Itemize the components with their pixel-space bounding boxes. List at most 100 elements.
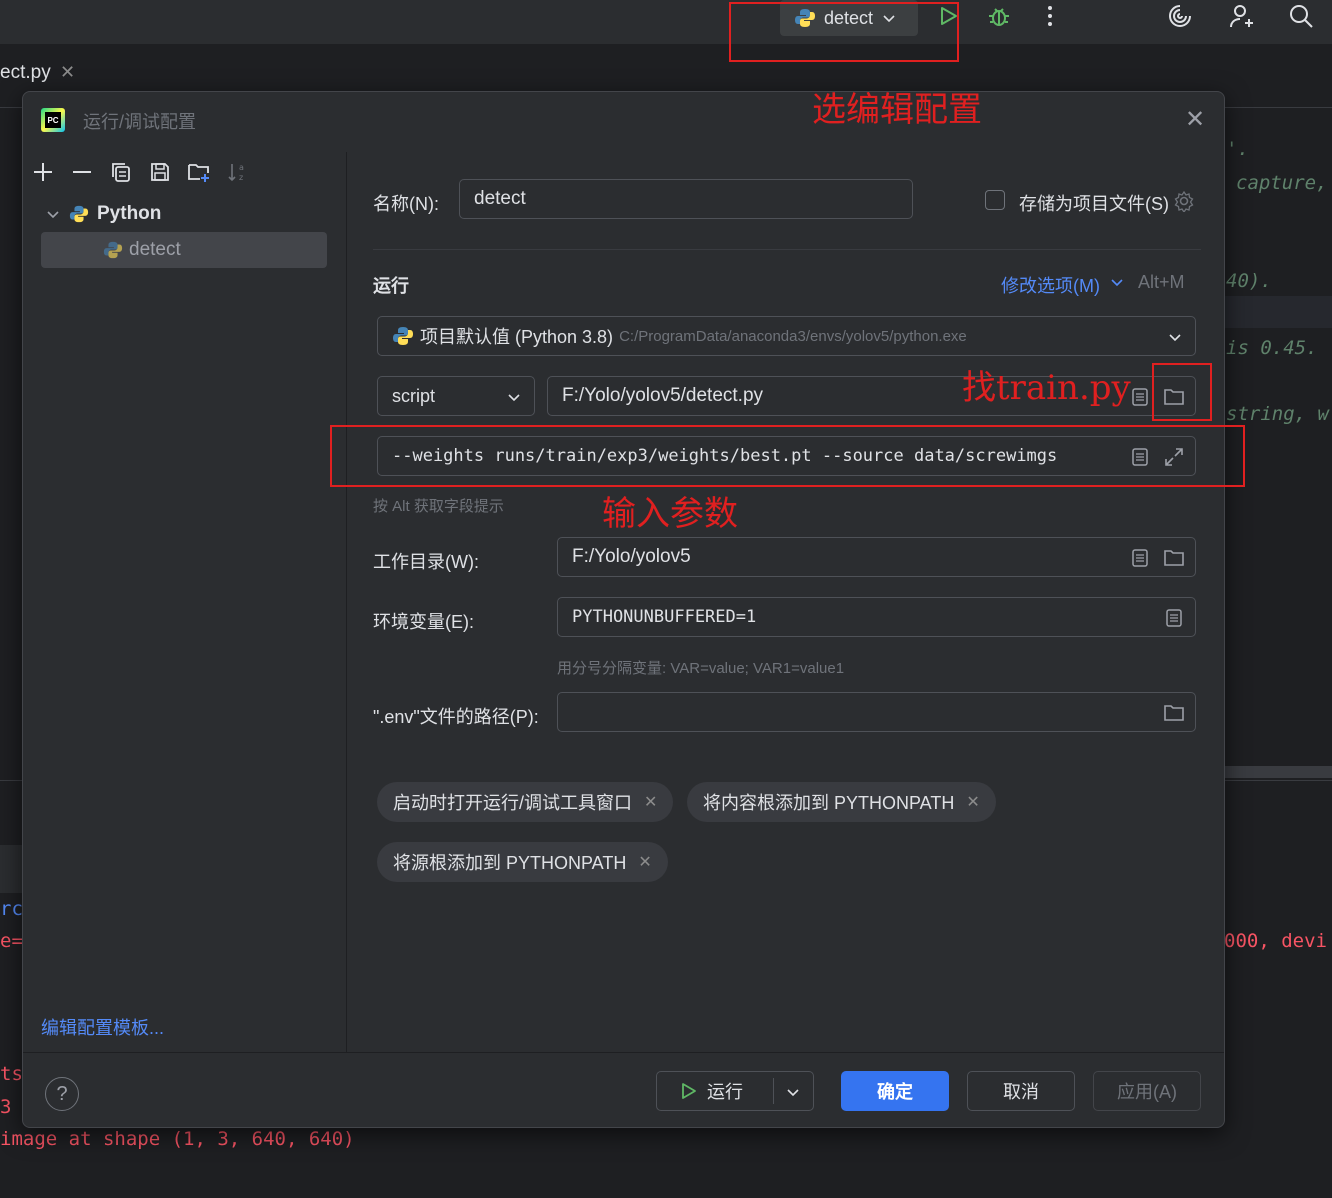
debug-icon[interactable] — [983, 0, 1015, 32]
svg-text:z: z — [239, 173, 243, 182]
name-value: detect — [474, 188, 526, 209]
chevron-down-icon — [1111, 279, 1123, 287]
workdir-field[interactable]: F:/Yolo/yolov5 — [557, 537, 1196, 577]
chevron-down-icon — [47, 211, 59, 219]
env-vars-field[interactable]: PYTHONUNBUFFERED=1 — [557, 597, 1196, 637]
annotation-box-config — [729, 2, 959, 62]
folder-icon[interactable] — [1162, 546, 1186, 570]
svg-text:a: a — [239, 163, 244, 172]
dotenv-label: ".env"文件的路径(P): — [373, 707, 539, 727]
close-icon[interactable]: ✕ — [638, 852, 651, 872]
remove-icon[interactable] — [70, 160, 94, 184]
folder-icon[interactable] — [1162, 701, 1186, 725]
interpreter-select[interactable]: 项目默认值 (Python 3.8) C:/ProgramData/anacon… — [377, 316, 1196, 356]
store-as-project-file-label: 存储为项目文件(S) — [1019, 194, 1169, 214]
editor-tab-label[interactable]: ect.py — [0, 62, 51, 84]
script-type-select[interactable]: script — [377, 376, 535, 416]
run-icon — [682, 1083, 696, 1099]
more-icon[interactable] — [1034, 0, 1066, 32]
run-section-label: 运行 — [373, 276, 409, 296]
button-divider — [773, 1078, 774, 1104]
help-icon[interactable]: ? — [45, 1077, 79, 1111]
env-vars-hint: 用分号分隔变量: VAR=value; VAR1=value1 — [557, 660, 845, 677]
add-folder-icon[interactable] — [187, 160, 211, 184]
sort-icon[interactable]: az — [226, 160, 250, 184]
add-user-icon[interactable] — [1226, 0, 1258, 32]
console-gutter — [0, 845, 22, 893]
tree-group-label: Python — [97, 203, 162, 224]
code-fragment: capture, — [1236, 172, 1328, 194]
option-chip[interactable]: 将源根添加到 PYTHONPATH ✕ — [377, 842, 668, 882]
line-highlight — [1222, 296, 1332, 328]
script-type-value: script — [392, 385, 436, 406]
name-field[interactable]: detect — [459, 179, 913, 219]
add-icon[interactable] — [31, 160, 55, 184]
option-chip-label: 将源根添加到 PYTHONPATH — [393, 853, 627, 873]
code-fragment: string, w — [1226, 403, 1329, 425]
name-label: 名称(N): — [373, 194, 439, 214]
close-icon[interactable]: ✕ — [644, 792, 657, 812]
console-line: ts — [0, 1063, 23, 1085]
annotation-box-folder — [1152, 363, 1212, 421]
main-toolbar: detect — [0, 0, 1332, 45]
expand-text-icon[interactable] — [1128, 546, 1152, 570]
tree-item-label: detect — [129, 239, 181, 260]
option-chip-label: 将内容根添加到 PYTHONPATH — [703, 793, 955, 813]
pycharm-logo-icon: PC — [41, 108, 65, 132]
annotation-find-train: 找train.py — [962, 368, 1131, 408]
alt-hint: 按 Alt 获取字段提示 — [373, 498, 504, 515]
option-chip[interactable]: 将内容根添加到 PYTHONPATH ✕ — [687, 782, 996, 822]
run-debug-config-dialog: PC 运行/调试配置 ✕ az Python detect 编辑配置模板... … — [22, 91, 1225, 1128]
workdir-label: 工作目录(W): — [373, 552, 479, 572]
cancel-button[interactable]: 取消 — [967, 1071, 1075, 1111]
close-icon[interactable]: ✕ — [1185, 108, 1205, 132]
expand-text-icon[interactable] — [1128, 385, 1152, 409]
chevron-down-icon — [1169, 334, 1181, 342]
run-button[interactable]: 运行 — [656, 1071, 814, 1111]
python-icon — [393, 327, 413, 345]
python-icon — [69, 205, 89, 223]
console-line: 3 — [0, 1096, 12, 1118]
ok-button[interactable]: 确定 — [841, 1071, 949, 1111]
env-vars-value: PYTHONUNBUFFERED=1 — [572, 607, 757, 627]
console-line: rc — [0, 898, 23, 920]
tree-item-detect[interactable]: detect — [41, 232, 327, 268]
editor-scroll-strip — [1222, 766, 1332, 778]
chevron-down-icon[interactable] — [785, 1084, 801, 1100]
gear-icon[interactable] — [1173, 190, 1195, 217]
copy-icon[interactable] — [109, 160, 133, 184]
console-line: e= — [0, 930, 23, 952]
edit-env-icon[interactable] — [1162, 606, 1186, 630]
code-fragment: 40). — [1226, 270, 1272, 292]
annotation-box-params — [330, 425, 1245, 487]
dotenv-path-field[interactable] — [557, 692, 1196, 732]
modify-options-shortcut: Alt+M — [1138, 272, 1185, 292]
section-divider — [373, 249, 1201, 250]
env-vars-label: 环境变量(E): — [373, 612, 474, 632]
code-fragment: '. — [1226, 138, 1249, 160]
store-as-project-file-checkbox[interactable] — [985, 190, 1005, 210]
chevron-down-icon — [508, 394, 520, 402]
dialog-footer: ? 运行 确定 取消 应用(A) — [23, 1052, 1224, 1127]
run-button-label: 运行 — [707, 1082, 743, 1102]
python-icon — [103, 241, 123, 259]
tab-close-icon[interactable]: ✕ — [60, 62, 75, 83]
dialog-title: 运行/调试配置 — [83, 112, 197, 132]
code-fragment: is 0.45. — [1226, 337, 1318, 359]
tree-group-python[interactable]: Python — [45, 203, 161, 225]
search-icon[interactable] — [1285, 0, 1317, 32]
console-line: image at shape (1, 3, 640, 640) — [0, 1128, 355, 1150]
edit-templates-link[interactable]: 编辑配置模板... — [41, 1014, 164, 1040]
save-icon[interactable] — [148, 160, 172, 184]
config-tree-pane — [23, 152, 347, 1052]
interpreter-path: C:/ProgramData/anaconda3/envs/yolov5/pyt… — [619, 327, 967, 345]
ai-spiral-icon[interactable] — [1164, 0, 1196, 32]
close-icon[interactable]: ✕ — [966, 792, 979, 812]
option-chip-label: 启动时打开运行/调试工具窗口 — [393, 793, 632, 813]
annotation-enter-params: 输入参数 — [602, 494, 738, 534]
apply-button[interactable]: 应用(A) — [1093, 1071, 1201, 1111]
workdir-value: F:/Yolo/yolov5 — [572, 546, 691, 567]
modify-options-link[interactable]: 修改选项(M) — [1001, 272, 1100, 298]
annotation-select-config: 选编辑配置 — [812, 90, 982, 130]
option-chip[interactable]: 启动时打开运行/调试工具窗口 ✕ — [377, 782, 674, 822]
